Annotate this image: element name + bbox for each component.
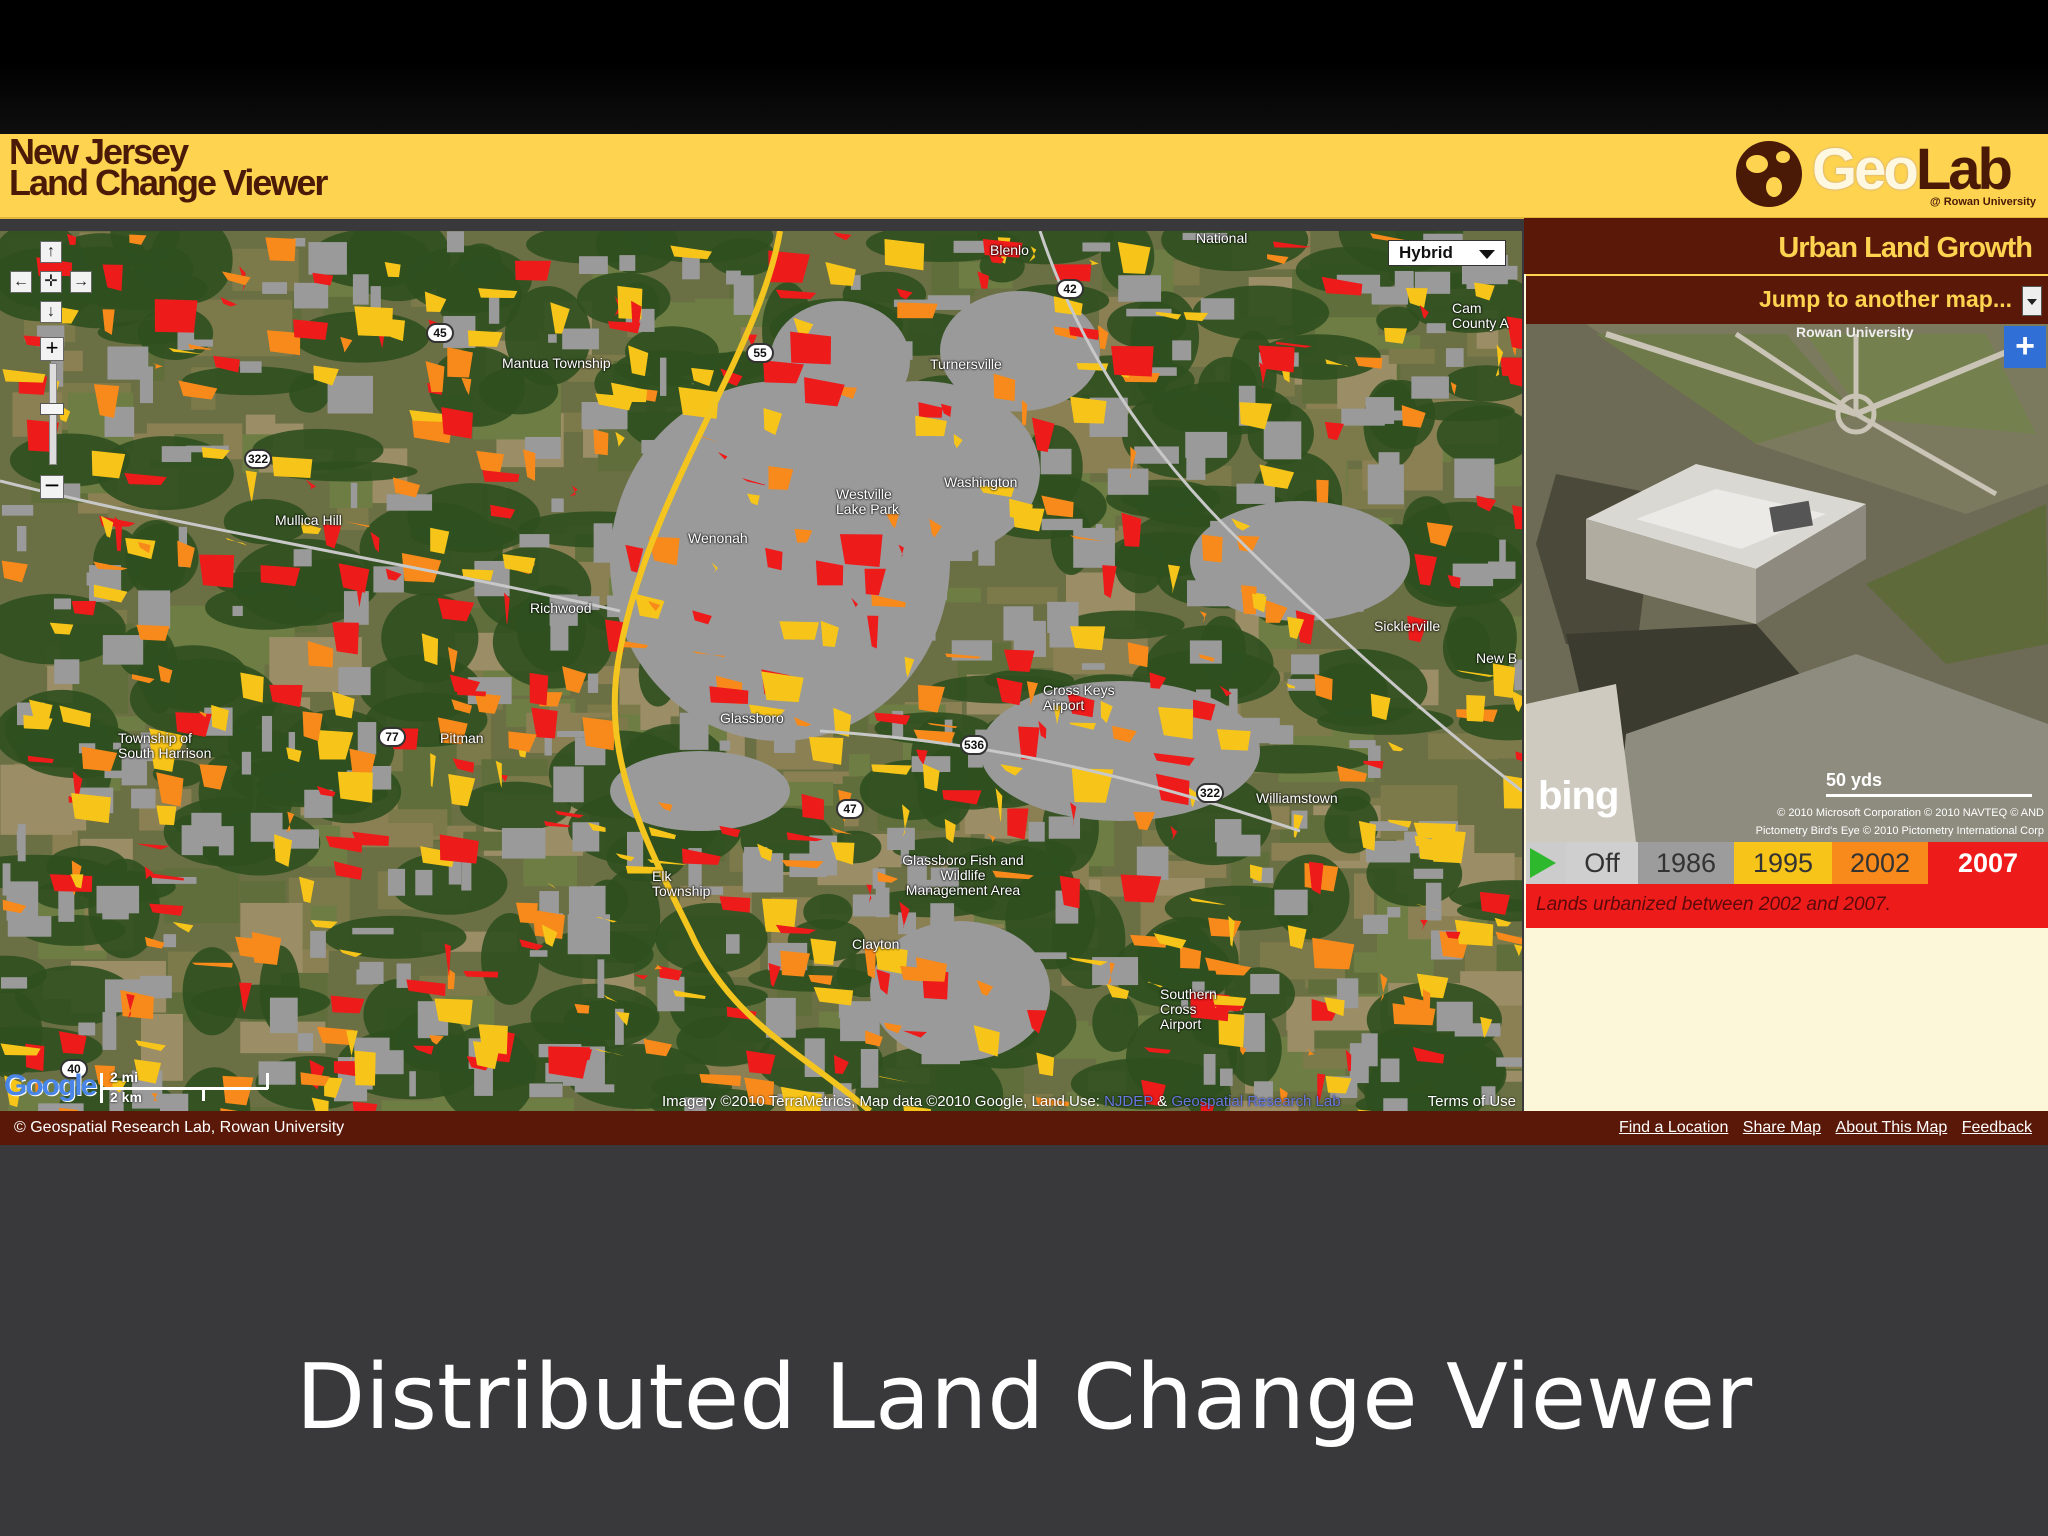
scale-km: 2 km bbox=[110, 1089, 142, 1105]
road-shield: 45 bbox=[426, 323, 454, 343]
side-panel-header: Urban Land Growth bbox=[1524, 218, 2048, 274]
aerial-scale-bar bbox=[1826, 794, 2032, 797]
geolab-link[interactable]: Geospatial Research Lab bbox=[1171, 1093, 1340, 1110]
zoom-out-button[interactable]: − bbox=[40, 472, 64, 499]
road-shield: 322 bbox=[1196, 783, 1224, 803]
place-label: Cam County A bbox=[1452, 300, 1509, 331]
geolab-subtitle: @ Rowan University bbox=[1929, 196, 2036, 208]
road-shield: 322 bbox=[244, 449, 272, 469]
feedback-link[interactable]: Feedback bbox=[1962, 1119, 2032, 1136]
place-label: Pitman bbox=[440, 730, 484, 746]
place-label: Westville Lake Park bbox=[836, 486, 900, 517]
play-icon[interactable] bbox=[1530, 848, 1556, 878]
aerial-copyright: © 2010 Microsoft Corporation © 2010 NAVT… bbox=[1755, 807, 2044, 837]
chevron-down-icon bbox=[1479, 250, 1495, 259]
road-shield: 77 bbox=[378, 727, 406, 747]
map-type-selector[interactable]: Hybrid bbox=[1388, 240, 1506, 266]
map-attribution: Imagery ©2010 TerraMetrics, Map data ©20… bbox=[662, 1093, 1341, 1110]
timeline-2007[interactable]: 2007 bbox=[1928, 842, 2048, 884]
map-scale: 2 mi 2 km bbox=[100, 1069, 272, 1105]
place-label: Wenonah bbox=[688, 530, 748, 546]
geolab-logo[interactable]: GeoLab @ Rowan University bbox=[1736, 137, 2036, 212]
place-label: Glassboro Fish and Wildlife Management A… bbox=[902, 852, 1024, 898]
place-label: Clayton bbox=[852, 936, 900, 952]
bing-logo: bing bbox=[1538, 774, 1619, 818]
birds-eye-view[interactable]: Rowan University + bing 50 yds © 2010 Mi… bbox=[1526, 324, 2048, 842]
expand-view-button[interactable]: + bbox=[2004, 326, 2046, 368]
road-shield: 47 bbox=[836, 799, 864, 819]
place-label: Township of South Harrison bbox=[118, 730, 212, 761]
pan-right-icon[interactable]: → bbox=[70, 271, 92, 293]
app-footer: © Geospatial Research Lab, Rowan Univers… bbox=[0, 1111, 2048, 1145]
place-label: Cross Keys Airport bbox=[1043, 682, 1115, 713]
timeline-bar: Off 1986 1995 2002 2007 bbox=[1526, 842, 2048, 884]
place-label: Turnersville bbox=[930, 356, 1002, 372]
map-type-label: Hybrid bbox=[1399, 243, 1453, 262]
side-panel: Urban Land Growth Jump to another map... bbox=[1524, 218, 2048, 1111]
app-title-line2: Land Change Viewer bbox=[9, 162, 328, 203]
aerial-photo bbox=[1526, 324, 2048, 842]
road-shield: 536 bbox=[960, 735, 988, 755]
jump-to-map-label: Jump to another map... bbox=[1758, 286, 2012, 312]
aerial-scale: 50 yds bbox=[1826, 770, 1883, 790]
place-label: Mullica Hill bbox=[275, 512, 342, 528]
pan-control: ↑ ← ✛ → ↓ bbox=[10, 241, 94, 331]
place-label: Richwood bbox=[530, 600, 592, 616]
pan-left-icon[interactable]: ← bbox=[10, 271, 32, 293]
pan-reset-icon[interactable]: ✛ bbox=[40, 271, 62, 293]
app-title: New Jersey Land Change Viewer bbox=[9, 134, 328, 203]
app-header: New Jersey Land Change Viewer GeoLab @ R… bbox=[0, 134, 2048, 219]
place-label: National bbox=[1196, 231, 1248, 246]
timeline-1986[interactable]: 1986 bbox=[1638, 842, 1734, 884]
pan-up-icon[interactable]: ↑ bbox=[40, 241, 62, 263]
timeline-off[interactable]: Off bbox=[1566, 842, 1638, 884]
place-label: Williamstown bbox=[1256, 790, 1338, 806]
place-label: Glassboro bbox=[720, 710, 784, 726]
geolab-wordmark: GeoLab bbox=[1812, 137, 2013, 202]
globe-icon bbox=[1736, 141, 1802, 207]
timeline-1995[interactable]: 1995 bbox=[1734, 842, 1832, 884]
place-label: Sicklerville bbox=[1374, 618, 1441, 634]
timeline-2002[interactable]: 2002 bbox=[1832, 842, 1928, 884]
place-label: Elk Township bbox=[652, 868, 711, 899]
aerial-caption: Rowan University bbox=[1796, 324, 1914, 340]
find-location-link[interactable]: Find a Location bbox=[1619, 1119, 1728, 1136]
jump-to-map-select[interactable]: Jump to another map... bbox=[1526, 274, 2048, 324]
place-label: Southern Cross Airport bbox=[1160, 986, 1217, 1032]
map-canvas[interactable]: Mantua Township Mullica Hill Richwood To… bbox=[0, 231, 1522, 1111]
period-description-text: Lands urbanized between 2002 and 2007. bbox=[1536, 894, 1891, 915]
slide-top-band bbox=[0, 0, 2048, 134]
place-label: New B bbox=[1476, 650, 1518, 666]
google-logo[interactable]: Google bbox=[4, 1069, 97, 1103]
zoom-slider-handle[interactable] bbox=[40, 403, 64, 415]
pan-down-icon[interactable]: ↓ bbox=[40, 301, 62, 323]
place-label: Blenlo bbox=[990, 242, 1029, 258]
slide-title: Distributed Land Change Viewer bbox=[295, 1345, 1753, 1450]
share-map-link[interactable]: Share Map bbox=[1743, 1119, 1821, 1136]
period-description: Lands urbanized between 2002 and 2007. bbox=[1526, 884, 2048, 928]
chevron-down-icon bbox=[2022, 286, 2042, 316]
about-map-link[interactable]: About This Map bbox=[1836, 1119, 1948, 1136]
terms-of-use-link[interactable]: Terms of Use bbox=[1428, 1093, 1516, 1110]
land-change-map bbox=[0, 231, 1522, 1111]
zoom-in-button[interactable]: + bbox=[40, 337, 64, 361]
footer-links: Find a Location Share Map About This Map… bbox=[1609, 1119, 2032, 1137]
road-shield: 42 bbox=[1056, 279, 1084, 299]
road-shield: 55 bbox=[746, 343, 774, 363]
scale-mi: 2 mi bbox=[110, 1069, 139, 1085]
footer-copyright: © Geospatial Research Lab, Rowan Univers… bbox=[14, 1119, 345, 1136]
place-label: Washington bbox=[944, 474, 1018, 490]
map-theme-title: Urban Land Growth bbox=[1778, 232, 2033, 264]
njdep-link[interactable]: NJDEP bbox=[1104, 1093, 1153, 1110]
place-label: Mantua Township bbox=[502, 355, 611, 371]
